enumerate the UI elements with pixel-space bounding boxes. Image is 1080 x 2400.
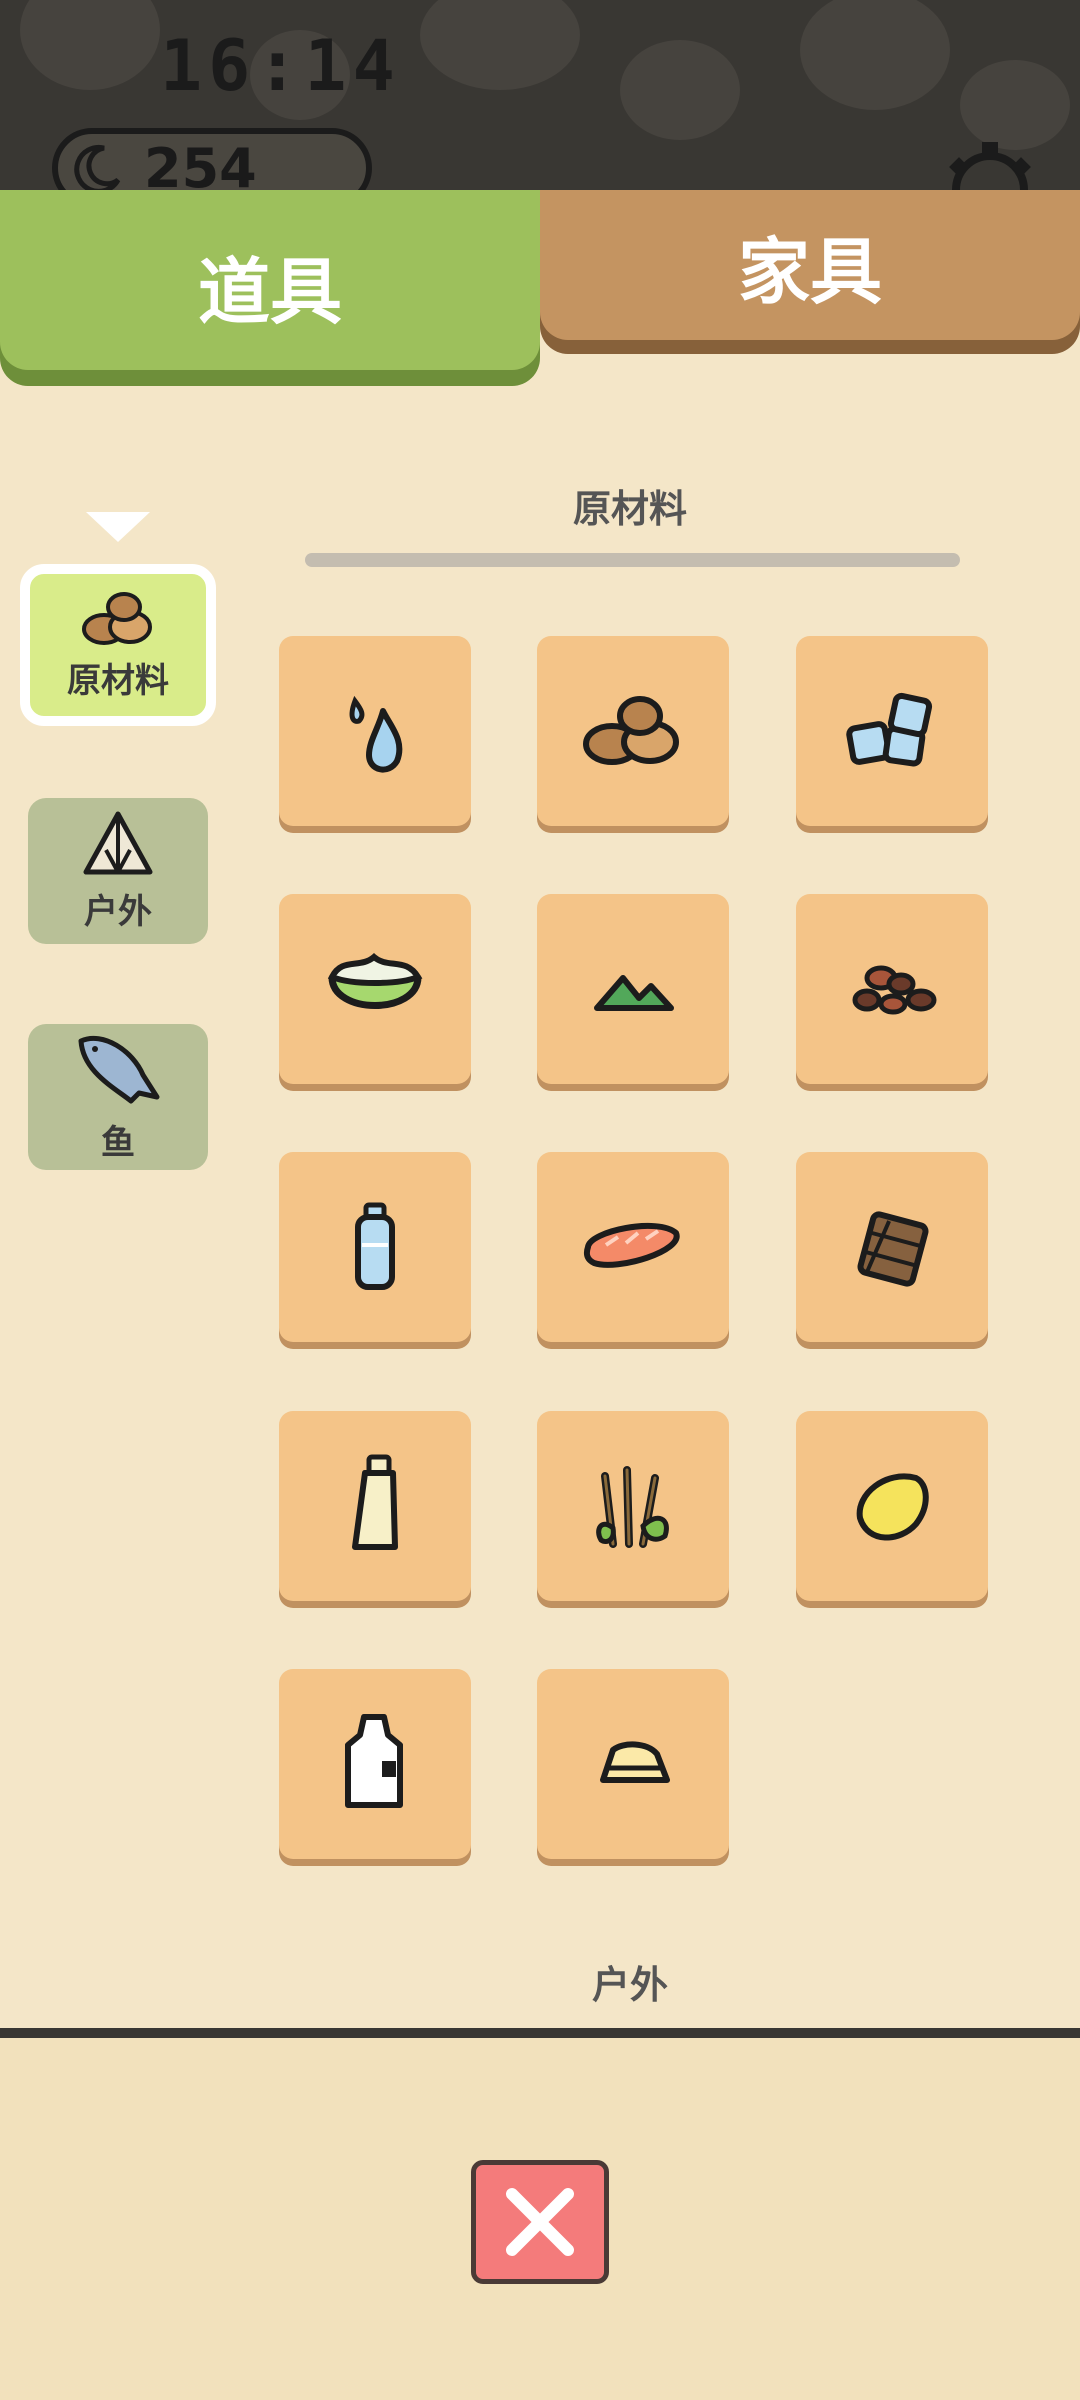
close-icon [506, 2188, 574, 2256]
category-fish[interactable]: 鱼 [28, 1024, 208, 1170]
nuts-icon [583, 696, 679, 765]
moon-icon [74, 144, 121, 190]
item-nuts[interactable] [537, 636, 729, 826]
close-button[interactable] [471, 2160, 609, 2284]
tent-icon [83, 811, 153, 874]
item-beans[interactable] [796, 894, 988, 1084]
water-bottle-icon [355, 1202, 395, 1290]
lemon-icon [856, 1473, 929, 1541]
green-leaves-icon [594, 975, 674, 1011]
category-label: 户外 [84, 891, 152, 932]
category-raw-materials[interactable]: 原材料 [20, 564, 216, 726]
herbs-icon [596, 1466, 669, 1548]
section-title: 原材料 [572, 487, 687, 531]
item-green-leaves[interactable] [537, 894, 729, 1084]
beans-icon [852, 965, 937, 1015]
cake-slice-icon [600, 1741, 670, 1783]
water-drop-icon [349, 695, 403, 773]
salmon-slice-icon [583, 1223, 680, 1268]
gear-icon[interactable] [940, 140, 1040, 190]
category-outdoor[interactable]: 户外 [28, 798, 208, 944]
chocolate-bar-icon [857, 1211, 929, 1287]
next-section-title: 户外 [591, 1963, 668, 2007]
item-cake-slice[interactable] [537, 1669, 729, 1859]
item-ice-cubes[interactable] [796, 636, 988, 826]
currency-amount: 254 [144, 137, 257, 190]
item-salmon-slice[interactable] [537, 1152, 729, 1342]
currency-counter: 254 [52, 128, 372, 190]
nuts-icon [82, 591, 152, 645]
oil-bottle-icon [352, 1454, 398, 1550]
selected-category-indicator [86, 512, 150, 542]
section-divider-bar [305, 553, 960, 567]
item-water-drop[interactable] [279, 636, 471, 826]
clock-text: 16:14 [160, 25, 401, 107]
fish-icon [78, 1035, 160, 1103]
milk-jug-icon [345, 1714, 403, 1808]
item-lemon[interactable] [796, 1411, 988, 1601]
panel-divider [0, 2028, 1080, 2038]
item-water-bottle[interactable] [279, 1152, 471, 1342]
item-milk-jug[interactable] [279, 1669, 471, 1859]
item-chocolate-bar[interactable] [796, 1152, 988, 1342]
item-oil-bottle[interactable] [279, 1411, 471, 1601]
category-label: 原材料 [67, 660, 169, 701]
item-melon-bowl[interactable] [279, 894, 471, 1084]
tab-tools[interactable]: 道具 [0, 190, 540, 370]
ice-cubes-icon [846, 692, 933, 767]
melon-bowl-icon [327, 953, 423, 1009]
tab-furniture[interactable]: 家具 [540, 190, 1080, 340]
category-label: 鱼 [101, 1122, 135, 1163]
game-background: 16:14 254 [0, 0, 1080, 190]
item-herbs[interactable] [537, 1411, 729, 1601]
